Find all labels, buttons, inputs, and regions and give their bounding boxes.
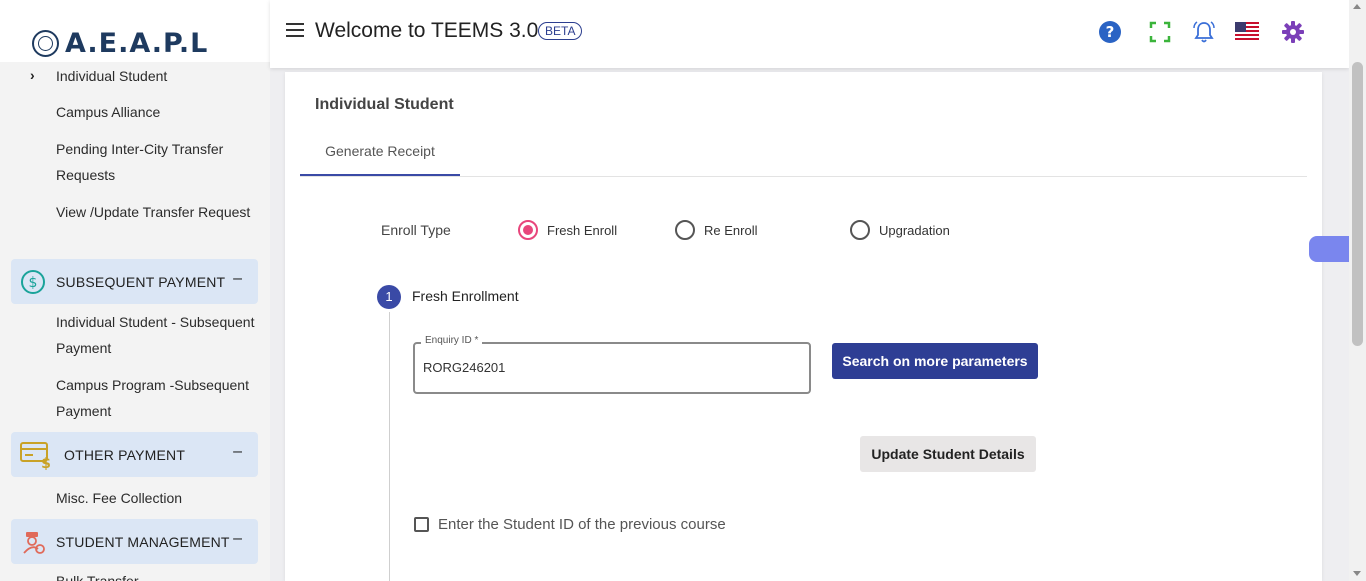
enquiry-id-field[interactable]: Enquiry ID * <box>413 335 811 394</box>
chevron-right-icon[interactable]: › <box>30 67 35 83</box>
radio-fresh-enroll[interactable]: Fresh Enroll <box>518 220 617 240</box>
radio-circle[interactable] <box>675 220 695 240</box>
search-more-parameters-button[interactable]: Search on more parameters <box>832 343 1038 379</box>
beta-badge: BETA <box>538 22 583 40</box>
radio-circle[interactable] <box>850 220 870 240</box>
previous-course-checkbox-row[interactable]: Enter the Student ID of the previous cou… <box>414 516 726 533</box>
notification-bell-icon[interactable] <box>1192 20 1216 44</box>
sidebar-section-other-payment[interactable]: $ OTHER PAYMENT – <box>11 432 258 477</box>
sidebar-item-pending-transfer[interactable]: Pending Inter-City Transfer Requests <box>56 136 256 188</box>
card-dollar-icon: $ <box>20 442 51 470</box>
main-card: Individual Student Generate Receipt Enro… <box>285 72 1322 581</box>
sidebar-item-campus-subsequent[interactable]: Campus Program -Subsequent Payment <box>56 372 256 424</box>
svg-text:?: ? <box>1106 23 1115 41</box>
section-title: OTHER PAYMENT <box>64 446 186 463</box>
step-number: 1 <box>377 285 401 309</box>
svg-text:$: $ <box>29 275 38 291</box>
section-title: STUDENT MANAGEMENT <box>56 533 230 550</box>
fullscreen-icon[interactable] <box>1148 20 1172 44</box>
sidebar-item-misc-fee[interactable]: Misc. Fee Collection <box>56 485 256 511</box>
enquiry-id-label: Enquiry ID * <box>421 335 483 346</box>
logo-area: A.E.A.P.L <box>0 0 270 62</box>
update-student-details-button[interactable]: Update Student Details <box>860 436 1036 472</box>
top-header: Welcome to TEEMS 3.0 BETA ? <box>270 0 1349 68</box>
radio-re-enroll[interactable]: Re Enroll <box>675 220 757 240</box>
help-icon[interactable]: ? <box>1098 20 1122 44</box>
collapse-icon[interactable]: – <box>233 443 242 461</box>
checkbox-label: Enter the Student ID of the previous cou… <box>438 516 726 533</box>
sidebar-item-update-transfer[interactable]: View /Update Transfer Request <box>56 199 256 225</box>
us-flag-icon[interactable] <box>1235 22 1259 40</box>
app-title: Welcome to TEEMS 3.0 <box>315 19 539 42</box>
settings-gear-icon[interactable] <box>1281 20 1305 44</box>
page-scrollbar[interactable] <box>1349 0 1366 581</box>
scroll-down-arrow-icon[interactable] <box>1353 571 1361 576</box>
svg-text:$: $ <box>41 456 51 470</box>
sidebar-item-bulk-transfer[interactable]: Bulk Transfer <box>56 568 256 581</box>
logo-emblem-icon <box>32 30 59 57</box>
scroll-up-arrow-icon[interactable] <box>1353 4 1361 9</box>
tab-divider <box>300 176 1307 177</box>
logo[interactable]: A.E.A.P.L <box>32 28 208 59</box>
student-gear-icon <box>23 532 45 554</box>
scroll-thumb[interactable] <box>1352 62 1363 346</box>
page-title: Individual Student <box>315 96 454 113</box>
radio-label: Upgradation <box>879 222 950 238</box>
sidebar-section-subsequent-payment[interactable]: $ SUBSEQUENT PAYMENT – <box>11 259 258 304</box>
section-title: SUBSEQUENT PAYMENT <box>56 273 226 290</box>
enroll-type-label: Enroll Type <box>381 222 451 238</box>
menu-icon[interactable] <box>286 23 304 37</box>
sidebar-section-student-management[interactable]: STUDENT MANAGEMENT – <box>11 519 258 564</box>
step-label: Fresh Enrollment <box>412 288 519 304</box>
radio-label: Re Enroll <box>704 222 758 238</box>
collapse-icon[interactable]: – <box>233 270 242 288</box>
sidebar-item-campus-alliance[interactable]: Campus Alliance <box>56 99 256 125</box>
radio-upgradation[interactable]: Upgradation <box>850 220 950 240</box>
radio-circle-selected[interactable] <box>518 220 538 240</box>
dollar-circle-icon: $ <box>21 270 45 294</box>
enquiry-id-input[interactable] <box>423 360 793 375</box>
sidebar-item-individual-subsequent[interactable]: Individual Student - Subsequent Payment <box>56 309 256 361</box>
collapse-icon[interactable]: – <box>233 530 242 548</box>
sidebar: A.E.A.P.L › Individual Student Campus Al… <box>0 0 270 581</box>
sidebar-item-individual-student[interactable]: Individual Student <box>56 63 256 89</box>
previous-course-checkbox[interactable] <box>414 517 429 532</box>
tab-generate-receipt[interactable]: Generate Receipt <box>300 136 460 176</box>
logo-text: A.E.A.P.L <box>65 28 209 59</box>
radio-label: Fresh Enroll <box>547 222 618 238</box>
floating-side-tab[interactable] <box>1309 236 1349 262</box>
step-connector <box>389 312 390 581</box>
